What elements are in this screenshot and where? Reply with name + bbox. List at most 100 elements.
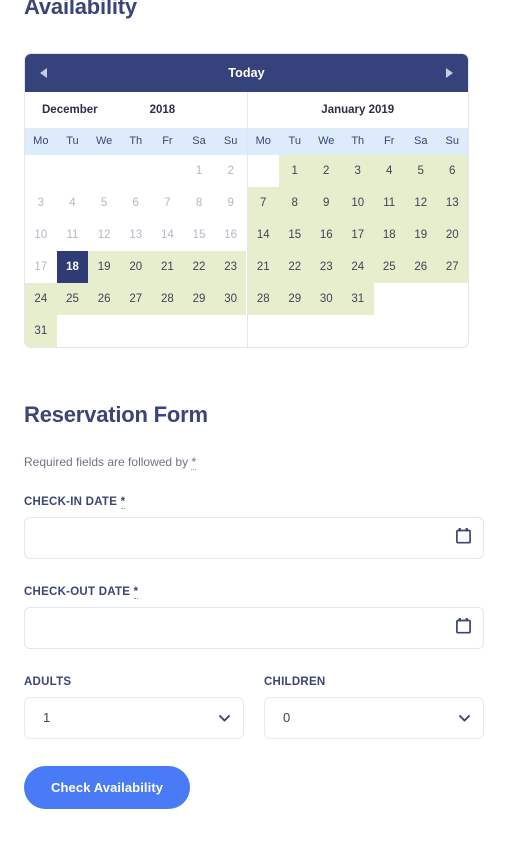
weekday-tu: Tu	[288, 135, 301, 148]
check-availability-button[interactable]: Check Availability	[24, 766, 191, 810]
calendar-day-10[interactable]: 10	[342, 187, 374, 220]
calendar-day-2: 2	[214, 155, 247, 188]
calendar-day-7: 7	[151, 187, 184, 220]
month-title-december: December 2018	[25, 92, 247, 129]
calendar-day-8[interactable]: 8	[279, 187, 311, 220]
weekday-we: We	[95, 135, 113, 148]
children-select[interactable]: 0	[264, 697, 484, 740]
checkout-label: CHECK-OUT DATE *	[24, 586, 484, 600]
calendar-day-19[interactable]: 19	[405, 219, 437, 252]
calendar-day-22[interactable]: 22	[183, 251, 215, 284]
calendar-day-30[interactable]: 30	[214, 283, 247, 316]
calendar-day-24[interactable]: 24	[342, 251, 374, 284]
calendar-day-16[interactable]: 16	[310, 219, 342, 252]
checkin-date-input[interactable]	[24, 517, 484, 560]
calendar-day-21[interactable]: 21	[151, 251, 184, 284]
triangle-left-icon[interactable]	[37, 65, 51, 81]
calendar-day-empty	[214, 315, 247, 348]
calendar-day-26[interactable]: 26	[88, 283, 120, 316]
checkout-label-text: CHECK-OUT DATE	[24, 586, 134, 599]
month-year: 2018	[149, 104, 176, 117]
calendar-day-empty	[56, 315, 89, 348]
weekday-tu: Tu	[66, 135, 79, 148]
calendar-day-22[interactable]: 22	[279, 251, 311, 284]
calendar-day-27[interactable]: 27	[436, 251, 468, 284]
calendar-day-20[interactable]: 20	[119, 251, 152, 284]
calendar-day-18[interactable]: 18	[373, 219, 405, 252]
calendar-day-4[interactable]: 4	[373, 155, 405, 188]
calendar-day-empty	[88, 315, 120, 348]
weekday-sa: Sa	[414, 135, 428, 148]
weekday-th: Th	[129, 135, 143, 148]
calendar-day-empty	[405, 283, 437, 316]
calendar-day-29[interactable]: 29	[279, 283, 311, 316]
calendar-day-empty	[88, 155, 120, 188]
adults-select[interactable]: 1	[24, 697, 244, 740]
month-title-january: January 2019	[247, 92, 468, 129]
calendar-day-18[interactable]: 18	[56, 251, 89, 284]
weekday-su: Su	[445, 135, 459, 148]
calendar-day-28[interactable]: 28	[247, 283, 279, 316]
weekday-mo: Mo	[33, 135, 49, 148]
month-grid-december: 1 2 3 4 5 6 7 8 9 10 11 12 13 14 15 16 17 18 19 20 21 22 23 24 2…	[25, 155, 247, 348]
calendar-month-january: January 2019 Mo Tu We Th Fr Sa Su 123456…	[246, 92, 468, 348]
calendar-day-30[interactable]: 30	[310, 283, 342, 316]
calendar-day-25[interactable]: 25	[373, 251, 405, 284]
calendar-day-31[interactable]: 31	[342, 283, 374, 316]
adults-select-wrap: 1	[24, 697, 244, 740]
calendar-day-3[interactable]: 3	[342, 155, 374, 188]
calendar-day-empty	[405, 315, 437, 348]
calendar-day-empty	[183, 315, 215, 348]
calendar-week-row: 7 8 9 10 11 12 13	[247, 187, 468, 220]
calendar-day-14: 14	[151, 219, 184, 252]
calendar-day-12[interactable]: 12	[405, 187, 437, 220]
calendar-day-empty	[279, 315, 311, 348]
triangle-right-icon[interactable]	[442, 65, 456, 81]
calendar-day-28[interactable]: 28	[151, 283, 184, 316]
calendar-day-14[interactable]: 14	[247, 219, 279, 252]
calendar-day-11[interactable]: 11	[373, 187, 405, 220]
calendar-day-1[interactable]: 1	[279, 155, 311, 188]
checkout-field-group: CHECK-OUT DATE *	[24, 586, 484, 650]
calendar-day-5[interactable]: 5	[405, 155, 437, 188]
weekday-su: Su	[223, 135, 238, 148]
weekday-sa: Sa	[192, 135, 206, 148]
calendar-day-20[interactable]: 20	[436, 219, 468, 252]
page-title: Availability	[24, 0, 137, 19]
availability-page: Availability Today December 2018 Mo Tu W…	[0, 0, 508, 810]
weekday-mo: Mo	[255, 135, 271, 148]
today-button[interactable]: Today	[51, 66, 442, 80]
month-grid-january: 1 2 3 4 5 6 7 8 9 10 11 12 13 14 15 16 17 18 19 20 21 22 23 24 2…	[247, 155, 468, 348]
calendar-week-row: 28 29 30 31	[247, 283, 468, 316]
required-marker: *	[133, 586, 139, 600]
calendar-day-26[interactable]: 26	[405, 251, 437, 284]
calendar-day-17[interactable]: 17	[342, 219, 374, 252]
calendar-day-6[interactable]: 6	[436, 155, 468, 188]
calendar-day-23[interactable]: 23	[214, 251, 247, 284]
calendar-day-25[interactable]: 25	[56, 283, 89, 316]
checkout-date-input[interactable]	[24, 607, 484, 650]
calendar-day-6: 6	[119, 187, 152, 220]
calendar-day-empty	[119, 155, 152, 188]
children-field-group: CHILDREN 0	[264, 676, 484, 740]
calendar-day-13[interactable]: 13	[436, 187, 468, 220]
checkout-input-wrap	[24, 607, 484, 650]
calendar-day-7[interactable]: 7	[247, 187, 279, 220]
checkin-label: CHECK-IN DATE *	[24, 496, 484, 510]
calendar-week-row: 12	[25, 155, 247, 188]
calendar-day-24[interactable]: 24	[25, 283, 57, 316]
calendar-day-21[interactable]: 21	[247, 251, 279, 284]
calendar-day-19[interactable]: 19	[88, 251, 120, 284]
calendar-day-27[interactable]: 27	[119, 283, 152, 316]
calendar-week-row: 14 15 16 17 18 19 20	[247, 219, 468, 252]
calendar-day-empty	[373, 283, 405, 316]
calendar-day-2[interactable]: 2	[310, 155, 342, 188]
weekday-row-december: Mo Tu We Th Fr Sa Su	[25, 128, 247, 156]
calendar-day-9[interactable]: 9	[310, 187, 342, 220]
calendar-day-31[interactable]: 31	[25, 315, 57, 348]
calendar-day-3: 3	[25, 187, 57, 220]
calendar-day-15[interactable]: 15	[279, 219, 311, 252]
calendar-header: Today	[25, 54, 468, 93]
calendar-day-29[interactable]: 29	[183, 283, 215, 316]
calendar-day-23[interactable]: 23	[310, 251, 342, 284]
